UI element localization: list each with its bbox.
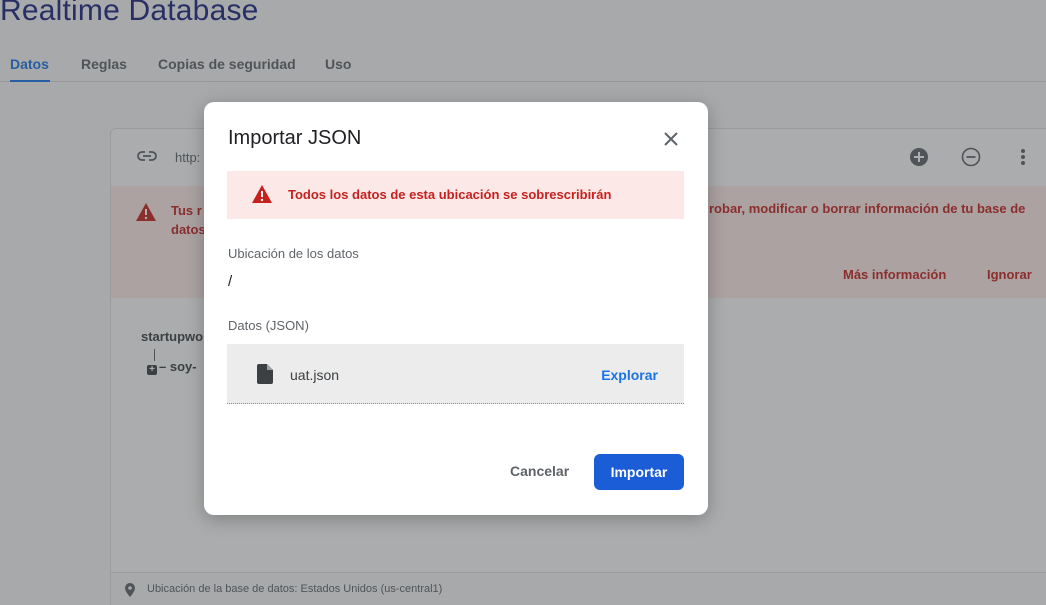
- import-json-dialog: Importar JSON Todos los datos de esta ub…: [204, 102, 708, 515]
- browse-button[interactable]: Explorar: [601, 367, 658, 383]
- json-data-label: Datos (JSON): [228, 318, 309, 333]
- overwrite-warning-text: Todos los datos de esta ubicación se sob…: [288, 187, 612, 202]
- warning-icon: [251, 184, 273, 209]
- dialog-title: Importar JSON: [228, 127, 362, 149]
- data-location-value: /: [228, 273, 233, 290]
- data-location-label: Ubicación de los datos: [228, 246, 359, 261]
- file-picker[interactable]: uat.json Explorar: [227, 344, 684, 404]
- overwrite-warning: Todos los datos de esta ubicación se sob…: [227, 171, 684, 219]
- import-button[interactable]: Importar: [594, 454, 684, 490]
- cancel-button[interactable]: Cancelar: [510, 463, 569, 479]
- selected-file-name: uat.json: [290, 367, 340, 383]
- file-icon: [257, 364, 273, 389]
- close-icon[interactable]: [660, 128, 682, 150]
